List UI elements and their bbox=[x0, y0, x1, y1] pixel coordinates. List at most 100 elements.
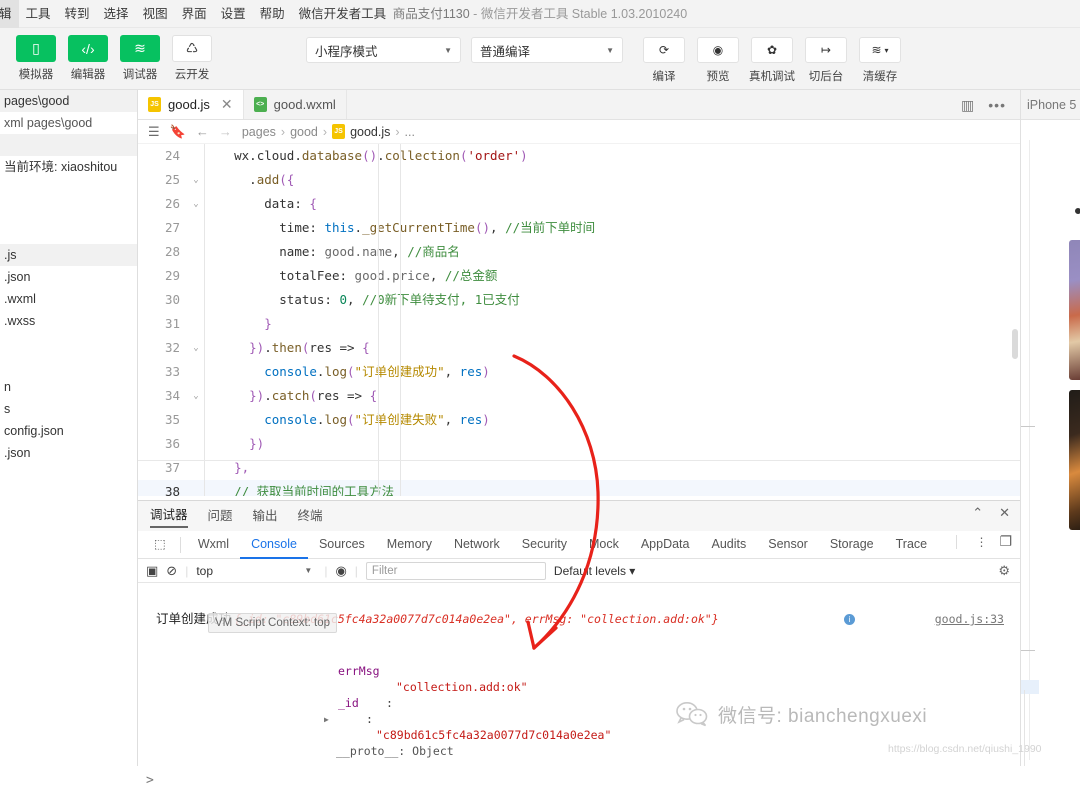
mode-button-0[interactable]: ▯ 模拟器 bbox=[14, 35, 58, 82]
file-tree-row[interactable]: .json bbox=[0, 442, 137, 464]
bookmark-icon[interactable]: 🔖 bbox=[170, 124, 186, 140]
panel-tab-0[interactable]: 调试器 bbox=[150, 504, 188, 528]
code-line[interactable]: 26 ⌄ data: { bbox=[138, 192, 1020, 216]
menu-select[interactable]: 选择 bbox=[97, 0, 136, 28]
menu-edit-clipped[interactable]: 辑 bbox=[0, 0, 19, 28]
code-line[interactable]: 27 time: this._getCurrentTime(), //当前下单时… bbox=[138, 216, 1020, 240]
console-settings-icon[interactable]: ⚙ bbox=[998, 563, 1010, 579]
dock-panel-icon[interactable]: ❐ bbox=[999, 533, 1012, 550]
file-tree-row[interactable] bbox=[0, 332, 137, 354]
code-line[interactable]: 29 totalFee: good.price, //总金额 bbox=[138, 264, 1020, 288]
mode-button-3[interactable]: ♺ 云开发 bbox=[170, 35, 214, 82]
devtools-tab-memory[interactable]: Memory bbox=[376, 531, 443, 559]
toolbar-action-4[interactable]: ≋ ▾ 清缓存 bbox=[857, 37, 903, 84]
panel-tab-1[interactable]: 问题 bbox=[208, 505, 233, 527]
chevron-up-icon[interactable]: ⌃ bbox=[972, 505, 983, 521]
devtools-tab-trace[interactable]: Trace bbox=[885, 531, 939, 559]
code-line[interactable]: 31 } bbox=[138, 312, 1020, 336]
devtools-tab-console[interactable]: Console bbox=[240, 531, 308, 559]
menu-view[interactable]: 视图 bbox=[136, 0, 175, 28]
breadcrumb-part-2[interactable]: good.js bbox=[350, 125, 390, 139]
close-tab-icon[interactable]: ✕ bbox=[221, 96, 233, 113]
file-explorer-strip[interactable]: pages\good xml pages\good 当前环境: xiaoshitou… bbox=[0, 90, 138, 766]
code-line[interactable]: 30 status: 0, //0新下单待支付, 1已支付 bbox=[138, 288, 1020, 312]
file-tree-row[interactable]: .js bbox=[0, 244, 137, 266]
devtools-tab-audits[interactable]: Audits bbox=[700, 531, 757, 559]
menu-devtools[interactable]: 微信开发者工具 bbox=[292, 0, 394, 28]
devtools-tab-sources[interactable]: Sources bbox=[308, 531, 376, 559]
context-select[interactable]: top ▼ bbox=[196, 564, 316, 578]
fold-chevron-icon[interactable]: ⌄ bbox=[188, 192, 204, 216]
code-line[interactable]: 34 ⌄ }).catch(res => { bbox=[138, 384, 1020, 408]
kebab-menu-icon[interactable]: ⋮ bbox=[975, 535, 987, 549]
devtools-tab-mock[interactable]: Mock bbox=[578, 531, 630, 559]
expand-triangle-icon[interactable]: ▶ bbox=[324, 712, 329, 728]
clear-console-icon[interactable]: ⊘ bbox=[166, 563, 177, 579]
product-image[interactable] bbox=[1069, 390, 1080, 530]
file-tree-row[interactable]: 当前环境: xiaoshitou bbox=[0, 156, 137, 178]
breadcrumb-part-3[interactable]: ... bbox=[405, 125, 415, 139]
execute-snippet-icon[interactable]: ▣ bbox=[146, 563, 158, 579]
panel-tab-3[interactable]: 终端 bbox=[298, 505, 323, 527]
file-tree-row[interactable]: n bbox=[0, 376, 137, 398]
inspect-element-icon[interactable]: ⬚ bbox=[146, 531, 174, 559]
filter-input[interactable]: Filter bbox=[365, 561, 546, 580]
code-line[interactable]: 32 ⌄ }).then(res => { bbox=[138, 336, 1020, 360]
code-line[interactable]: 35 console.log("订单创建失败", res) bbox=[138, 408, 1020, 432]
fold-chevron-icon[interactable]: ⌄ bbox=[188, 384, 204, 408]
breadcrumb[interactable]: pages › good › JS good.js › ... bbox=[242, 124, 415, 139]
file-tree-row[interactable]: s bbox=[0, 398, 137, 420]
menu-interface[interactable]: 界面 bbox=[175, 0, 214, 28]
toolbar-action-3[interactable]: ↦ 切后台 bbox=[803, 37, 849, 84]
file-tree-row[interactable]: .json bbox=[0, 266, 137, 288]
fold-chevron-icon[interactable]: ⌄ bbox=[188, 168, 204, 192]
more-actions-icon[interactable]: ••• bbox=[988, 97, 1006, 113]
code-line[interactable]: 25 ⌄ .add({ bbox=[138, 168, 1020, 192]
file-tree-row[interactable]: xml pages\good bbox=[0, 112, 137, 134]
split-editor-icon[interactable]: ▥ bbox=[961, 97, 974, 114]
menu-tools[interactable]: 工具 bbox=[19, 0, 58, 28]
code-line[interactable]: 33 console.log("订单创建成功", res) bbox=[138, 360, 1020, 384]
arrow-left-icon[interactable]: ← bbox=[196, 124, 209, 139]
code-line[interactable]: 36 }) bbox=[138, 432, 1020, 456]
close-icon[interactable]: ✕ bbox=[999, 505, 1010, 521]
mode-button-1[interactable]: ‹/› 编辑器 bbox=[66, 35, 110, 82]
panel-tab-2[interactable]: 输出 bbox=[253, 505, 278, 527]
devtools-tab-sensor[interactable]: Sensor bbox=[757, 531, 819, 559]
devtools-tab-network[interactable]: Network bbox=[443, 531, 511, 559]
code-line[interactable]: 28 name: good.name, //商品名 bbox=[138, 240, 1020, 264]
editor-tab-0[interactable]: JS good.js ✕ bbox=[138, 90, 244, 119]
devtools-tab-appdata[interactable]: AppData bbox=[630, 531, 701, 559]
menu-goto[interactable]: 转到 bbox=[58, 0, 97, 28]
compile-mode-select[interactable]: 普通编译 ▼ bbox=[471, 37, 623, 63]
breadcrumb-part-1[interactable]: good bbox=[290, 125, 318, 139]
arrow-right-icon[interactable]: → bbox=[219, 124, 232, 139]
miniprogram-mode-select[interactable]: 小程序模式 ▼ bbox=[306, 37, 461, 63]
console-log-row[interactable]: 订单创建成功 {_id: "c89bd61c5fc4a32a0077d7c014… bbox=[138, 611, 1020, 633]
file-tree-row[interactable]: pages\good bbox=[0, 90, 137, 112]
product-image[interactable] bbox=[1069, 240, 1080, 380]
mode-button-2[interactable]: ≋ 调试器 bbox=[118, 35, 162, 82]
live-expression-icon[interactable]: ◉ bbox=[335, 563, 346, 579]
file-tree-row[interactable]: .wxml bbox=[0, 288, 137, 310]
file-tree-row[interactable] bbox=[0, 222, 137, 244]
console-prompt-row[interactable]: > bbox=[138, 757, 1020, 788]
code-editor[interactable]: 24 wx.cloud.database().collection('order… bbox=[138, 144, 1020, 496]
menu-help[interactable]: 帮助 bbox=[253, 0, 292, 28]
code-line[interactable]: 38 // 获取当前时间的工具方法 bbox=[138, 480, 1020, 496]
menu-settings[interactable]: 设置 bbox=[214, 0, 253, 28]
toolbar-action-2[interactable]: ✿ 真机调试 bbox=[749, 37, 795, 84]
editor-tab-1[interactable]: <> good.wxml bbox=[244, 90, 347, 119]
code-lines[interactable]: 24 wx.cloud.database().collection('order… bbox=[138, 144, 1020, 496]
file-tree-row[interactable] bbox=[0, 178, 137, 200]
toolbar-action-0[interactable]: ⟳ 编译 bbox=[641, 37, 687, 84]
file-tree-row[interactable] bbox=[0, 200, 137, 222]
log-levels-select[interactable]: Default levels ▾ bbox=[554, 564, 635, 578]
devtools-tab-wxml[interactable]: Wxml bbox=[187, 531, 240, 559]
file-tree-row[interactable] bbox=[0, 354, 137, 376]
devtools-tab-storage[interactable]: Storage bbox=[819, 531, 885, 559]
console-source-link[interactable]: good.js:33 bbox=[935, 611, 1004, 627]
file-tree-row[interactable]: config.json bbox=[0, 420, 137, 442]
toolbar-action-1[interactable]: ◉ 预览 bbox=[695, 37, 741, 84]
code-line[interactable]: 24 wx.cloud.database().collection('order… bbox=[138, 144, 1020, 168]
